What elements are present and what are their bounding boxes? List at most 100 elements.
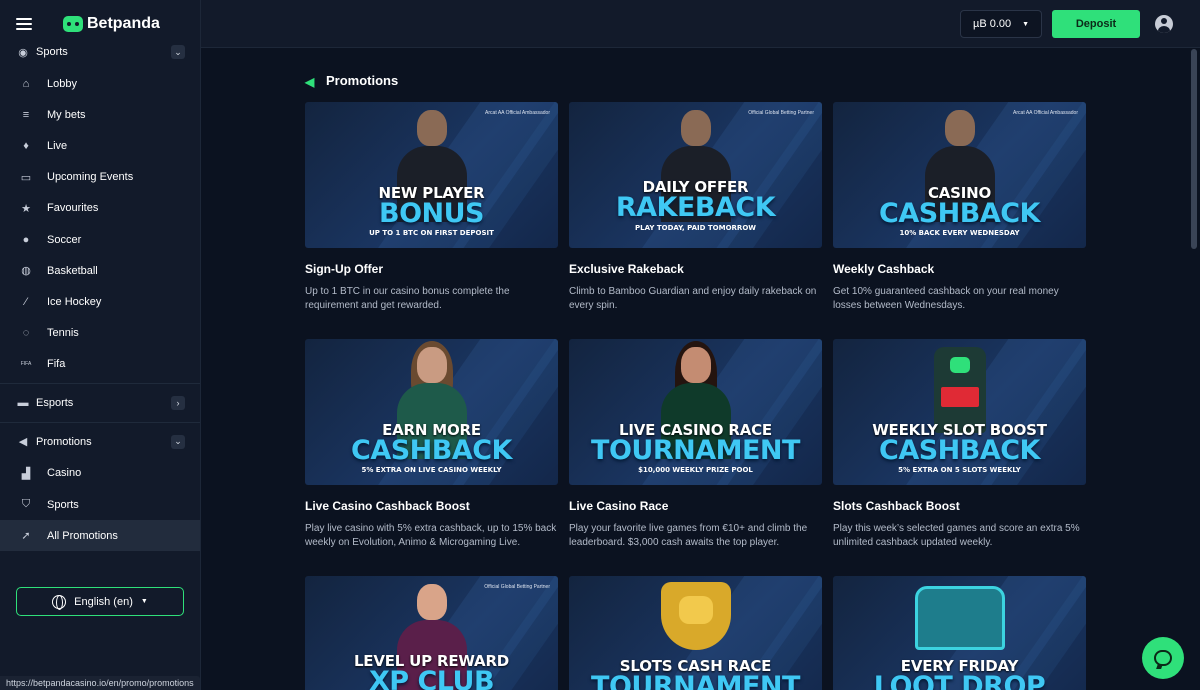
main-content: ◀ Promotions Arcat AA Official Ambassado… — [201, 49, 1189, 690]
user-avatar-icon[interactable] — [1155, 15, 1173, 33]
logo[interactable]: Betpanda — [63, 15, 160, 33]
language-selector[interactable]: English (en) ▼ — [16, 587, 184, 616]
deposit-button[interactable]: Deposit — [1052, 10, 1140, 38]
card-title[interactable]: Live Casino Race — [569, 499, 822, 513]
sidebar-item-ice-hockey[interactable]: ⁄ Ice Hockey — [0, 286, 200, 317]
promo-card-rakeback[interactable]: Official Global Betting Partner DAILY OF… — [569, 102, 822, 313]
banner-line3: $10,000 WEEKLY PRIZE POOL — [638, 466, 753, 474]
sidebar-item-label: Sports — [47, 498, 79, 511]
promo-banner[interactable]: EVERY FRIDAY LOOT DROP — [833, 576, 1086, 690]
tennis-icon: ◌ — [22, 327, 30, 340]
promo-banner[interactable]: Arcat AA Official Ambassador NEW PLAYER … — [305, 102, 558, 248]
page-scrollbar[interactable] — [1191, 49, 1197, 249]
hockey-stick-icon: ⁄ — [25, 295, 27, 308]
sidebar-item-label: Tennis — [47, 327, 79, 340]
caret-down-icon: ▼ — [1022, 20, 1029, 28]
card-description: Play this week’s selected games and scor… — [833, 523, 1080, 548]
sidebar-nav: ◉ Sports ⌄ ⌂ Lobby ≡ My bets ♦ Live ▭ Upcomi… — [0, 36, 200, 552]
sidebar-item-label: Live — [47, 139, 68, 152]
sidebar-item-label: My bets — [47, 108, 86, 121]
sidebar-item-basketball[interactable]: ◍ Basketball — [0, 255, 200, 286]
banner-line3: 5% EXTRA ON 5 SLOTS WEEKLY — [898, 466, 1021, 474]
promo-card-weekly-cashback[interactable]: Arcat AA Official Ambassador CASINO CASH… — [833, 102, 1086, 313]
promo-card-xp-club[interactable]: Official Global Betting Partner LEVEL UP… — [305, 576, 558, 690]
promo-banner[interactable]: WEEKLY SLOT BOOST CASHBACK 5% EXTRA ON 5… — [833, 339, 1086, 485]
microphone-icon: ♦ — [23, 139, 29, 152]
sidebar-item-label: Soccer — [47, 233, 82, 246]
sidebar-item-all-promotions[interactable]: ➚ All Promotions — [0, 520, 200, 552]
sidebar-item-label: Fifa — [47, 358, 66, 371]
card-title[interactable]: Sign-Up Offer — [305, 262, 558, 276]
banner-line2: CASHBACK — [879, 435, 1040, 466]
sidebar-item-favourites[interactable]: ★ Favourites — [0, 193, 200, 224]
chevron-down-icon[interactable]: ⌄ — [171, 45, 185, 59]
megaphone-icon: ◀ — [305, 74, 315, 89]
section-label: Esports — [36, 396, 74, 409]
card-title[interactable]: Live Casino Cashback Boost — [305, 499, 558, 513]
promo-card-slots-cash-race[interactable]: SLOTS CASH RACE TOURNAMENT — [569, 576, 822, 690]
live-chat-button[interactable] — [1142, 637, 1184, 679]
top-bar: µB 0.00 ▼ Deposit — [201, 0, 1200, 48]
banner-tag: Official Global Betting Partner — [748, 110, 814, 116]
sidebar-item-label: Favourites — [47, 202, 99, 215]
chevron-down-icon[interactable]: ⌄ — [171, 434, 185, 449]
sidebar-item-label: All Promotions — [47, 529, 118, 542]
banner-line3: UP TO 1 BTC ON FIRST DEPOSIT — [369, 229, 494, 237]
casino-icon: ▟ — [21, 467, 31, 480]
divider — [0, 382, 200, 384]
promo-card-slots-cashback[interactable]: WEEKLY SLOT BOOST CASHBACK 5% EXTRA ON 5… — [833, 339, 1086, 550]
promo-card-live-casino-cashback[interactable]: EARN MORE CASHBACK 5% EXTRA ON LIVE CASI… — [305, 339, 558, 550]
promo-banner[interactable]: LIVE CASINO RACE TOURNAMENT $10,000 WEEK… — [569, 339, 822, 485]
sidebar-section-sports[interactable]: ◉ Sports ⌄ — [0, 36, 200, 68]
card-title[interactable]: Slots Cashback Boost — [833, 499, 1086, 513]
rocket-icon: ➚ — [21, 530, 31, 543]
card-title[interactable]: Exclusive Rakeback — [569, 262, 822, 276]
volleyball-icon: ◉ — [18, 46, 28, 59]
banner-line2: XP CLUB — [368, 666, 495, 690]
sidebar-section-promotions[interactable]: ◀ Promotions ⌄ — [0, 426, 200, 458]
sidebar-item-soccer[interactable]: ● Soccer — [0, 224, 200, 255]
globe-icon — [52, 594, 67, 610]
sidebar-item-casino[interactable]: ▟ Casino — [0, 458, 200, 489]
banner-tag: Arcat AA Official Ambassador — [485, 110, 550, 116]
card-description: Up to 1 BTC in our casino bonus complete… — [305, 286, 510, 311]
promo-card-signup[interactable]: Arcat AA Official Ambassador NEW PLAYER … — [305, 102, 558, 313]
section-label: Promotions — [36, 435, 92, 448]
sidebar-item-tennis[interactable]: ◌ Tennis — [0, 318, 200, 349]
fifa-icon: FIFA — [20, 361, 32, 368]
promo-banner[interactable]: EARN MORE CASHBACK 5% EXTRA ON LIVE CASI… — [305, 339, 558, 485]
sidebar-item-label: Lobby — [47, 77, 77, 90]
sidebar-item-label: Ice Hockey — [47, 295, 102, 308]
card-description: Play your favorite live games from €10+ … — [569, 523, 808, 548]
language-label: English (en) — [74, 595, 133, 608]
logo-text: Betpanda — [87, 15, 160, 32]
panda-logo-icon — [63, 16, 83, 32]
hamburger-menu-icon[interactable] — [16, 18, 32, 30]
card-title[interactable]: Weekly Cashback — [833, 262, 1086, 276]
sidebar-item-live[interactable]: ♦ Live — [0, 130, 200, 161]
banner-line2: BONUS — [379, 198, 485, 229]
balance-selector[interactable]: µB 0.00 ▼ — [960, 10, 1042, 38]
sidebar: Betpanda ◉ Sports ⌄ ⌂ Lobby ≡ My bets ♦ Liv… — [0, 0, 201, 690]
chat-bubble-icon — [1154, 650, 1172, 666]
banner-line2: TOURNAMENT — [591, 671, 800, 690]
sidebar-item-my-bets[interactable]: ≡ My bets — [0, 99, 200, 130]
banner-tag: Official Global Betting Partner — [484, 584, 550, 590]
chevron-right-icon[interactable]: › — [171, 395, 185, 410]
soccer-ball-icon: ● — [22, 233, 30, 246]
sidebar-section-esports[interactable]: ▬ Esports › — [0, 387, 200, 419]
promo-card-loot-drop[interactable]: EVERY FRIDAY LOOT DROP — [833, 576, 1086, 690]
promo-banner[interactable]: Official Global Betting Partner DAILY OF… — [569, 102, 822, 248]
promo-banner[interactable]: SLOTS CASH RACE TOURNAMENT — [569, 576, 822, 690]
promo-banner[interactable]: Official Global Betting Partner LEVEL UP… — [305, 576, 558, 690]
basketball-icon: ◍ — [21, 265, 31, 278]
sidebar-item-fifa[interactable]: FIFA Fifa — [0, 349, 200, 380]
coins-icon: ≡ — [22, 108, 30, 121]
sidebar-item-sports[interactable]: ⛉ Sports — [0, 489, 200, 520]
caret-down-icon: ▼ — [140, 598, 148, 605]
promo-card-live-casino-race[interactable]: LIVE CASINO RACE TOURNAMENT $10,000 WEEK… — [569, 339, 822, 550]
sidebar-item-lobby[interactable]: ⌂ Lobby — [0, 68, 200, 99]
sidebar-item-upcoming-events[interactable]: ▭ Upcoming Events — [0, 162, 200, 193]
promo-banner[interactable]: Arcat AA Official Ambassador CASINO CASH… — [833, 102, 1086, 248]
banner-line2: CASHBACK — [351, 435, 512, 466]
